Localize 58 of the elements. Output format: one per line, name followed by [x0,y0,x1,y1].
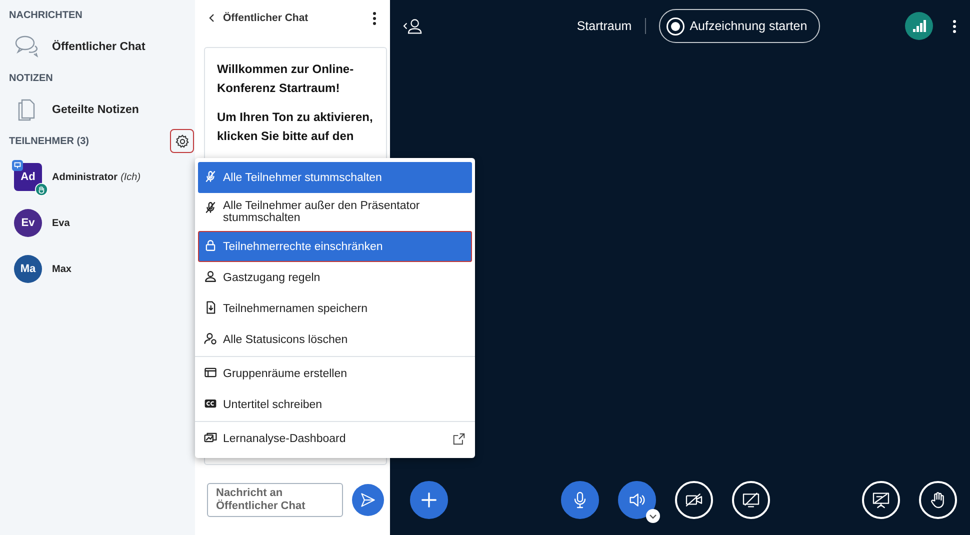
presentation-off-icon [871,490,891,510]
screen-share-button[interactable] [732,481,770,519]
self-label: (Ich) [120,172,141,182]
microphone-muted-icon [204,170,217,183]
person-icon [204,270,217,283]
send-icon [359,491,377,509]
participant-item[interactable]: Ad Administrator (Ich) [9,154,195,200]
menu-item[interactable]: Teilnehmernamen speichern [198,293,472,324]
captions-icon [204,397,217,410]
send-button[interactable] [352,484,384,516]
participant-item[interactable]: Ev Eva [9,200,195,246]
menu-item[interactable]: Untertitel schreiben [198,389,472,420]
welcome-message: Um Ihren Ton zu aktivieren, klicken Sie bitte auf den [217,109,374,145]
connection-status-icon[interactable] [905,12,933,40]
camera-button[interactable] [674,481,712,519]
menu-item[interactable]: Alle Teilnehmer stummschalten [198,162,472,193]
room-title: Startraum [576,19,632,33]
user-avatar: Ev [14,209,42,237]
settings-icon [174,134,190,148]
plus-icon [419,490,439,510]
lock-icon [204,239,217,252]
participant-name: Administrator [52,172,118,182]
section-heading: NOTIZEN [9,73,54,84]
user-avatar: Ma [14,255,42,283]
message-input[interactable]: Nachricht an Öffentlicher Chat [207,483,343,517]
menu-item[interactable]: Alle Statusicons löschen [198,324,472,355]
window-icon [204,366,217,379]
user-list-toggle[interactable] [402,17,424,35]
record-button[interactable]: Aufzeichnung starten [658,9,820,43]
participant-name: Max [52,264,72,274]
sidebar-item[interactable]: Öffentlicher Chat [9,21,195,73]
caret-icon[interactable] [646,509,660,523]
section-heading: TEILNEHMER (3) [9,136,89,146]
actions-button[interactable] [410,481,448,519]
participant-name: Eva [52,218,70,228]
menu-item[interactable]: Gruppenräume erstellen [198,358,472,389]
dashboard-icon [204,431,217,444]
section-heading: NACHRICHTEN [9,10,84,21]
sidebar-item[interactable]: Geteilte Notizen [9,84,195,136]
menu-item[interactable]: Teilnehmerrechte einschränken [198,231,472,262]
chevron-left-icon [207,13,217,23]
microphone-button[interactable] [560,481,598,519]
participant-item[interactable]: Ma Max [9,246,195,292]
microphone-muted-icon [204,201,217,214]
screen-share-off-icon [740,490,760,510]
person-status-icon [204,332,217,345]
download-file-icon [204,301,217,314]
presentation-button[interactable] [862,481,900,519]
person-icon [402,17,424,35]
menu-item[interactable]: Alle Teilnehmer außer den Präsentator stummschalten [198,193,472,231]
chat-bubbles-icon [14,34,40,60]
menu-item[interactable]: Lernanalyse-Dashboard [198,423,472,454]
raise-hand-button[interactable] [919,481,957,519]
chat-title: Öffentlicher Chat [223,12,310,24]
settings-button[interactable] [170,129,194,153]
back-button[interactable] [207,13,217,23]
welcome-message: Willkommen zur Online-Konferenz Startraum! [217,61,355,97]
menu-item[interactable]: Gastzugang regeln [198,262,472,293]
